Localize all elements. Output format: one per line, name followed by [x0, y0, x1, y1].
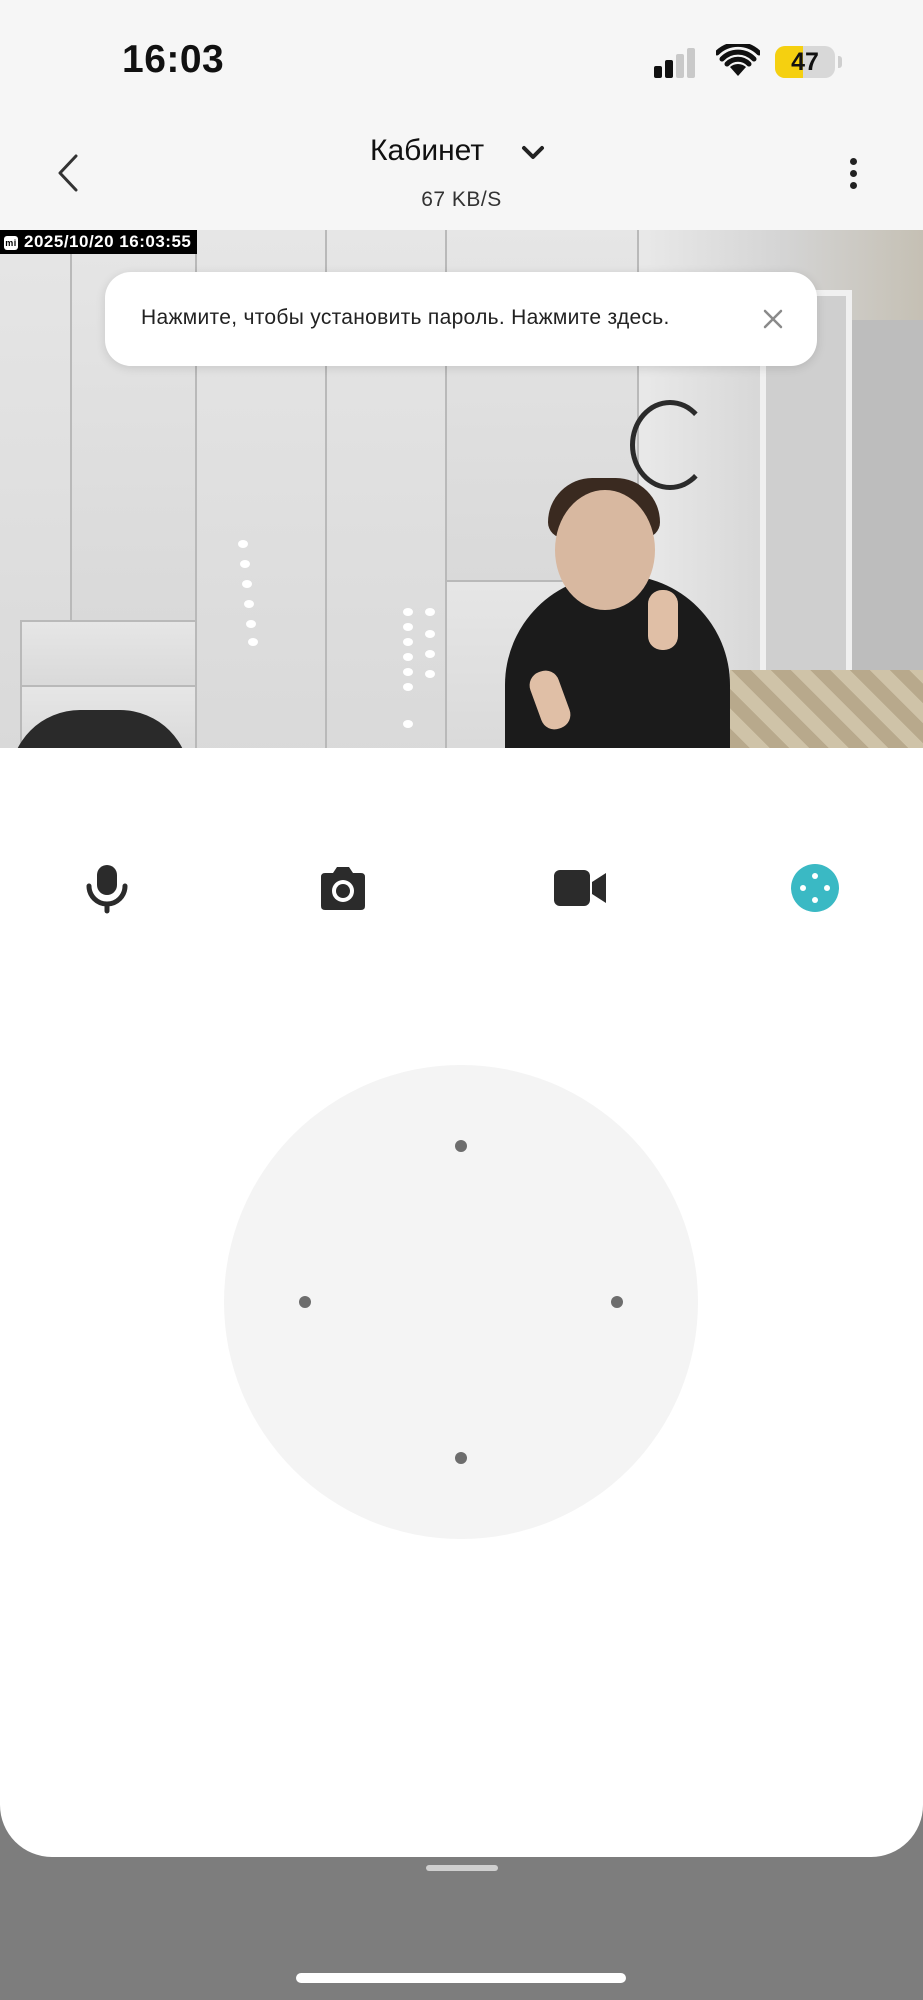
banner-message: Нажмите, чтобы установить пароль. Нажмит… — [141, 306, 670, 329]
tilt-down-indicator[interactable] — [455, 1452, 467, 1464]
top-bar: 16:03 47 Кабинет 67 KB/S — [0, 0, 923, 230]
tilt-up-indicator[interactable] — [455, 1140, 467, 1152]
microphone-icon[interactable] — [81, 862, 133, 914]
page-title: Кабинет — [370, 134, 485, 167]
device-selector[interactable]: Кабинет — [340, 130, 583, 176]
wifi-icon — [716, 44, 760, 76]
timestamp-text: 2025/10/20 16:03:55 — [24, 232, 192, 251]
set-password-banner[interactable]: Нажмите, чтобы установить пароль. Нажмит… — [105, 272, 817, 366]
home-indicator[interactable] — [296, 1973, 626, 1983]
app-sheet: 16:03 47 Кабинет 67 KB/S mi 2025/10/20 1… — [0, 0, 923, 1857]
more-options-icon[interactable] — [842, 150, 866, 196]
close-icon[interactable] — [761, 307, 785, 331]
status-time: 16:03 — [122, 38, 225, 81]
battery-level: 47 — [791, 48, 819, 76]
mi-logo: mi — [4, 236, 18, 250]
sheet-drag-handle[interactable] — [426, 1865, 498, 1871]
pan-tilt-control-icon[interactable] — [789, 862, 841, 914]
chevron-down-icon — [522, 146, 544, 159]
timestamp-overlay: mi 2025/10/20 16:03:55 — [0, 230, 198, 254]
pan-left-indicator[interactable] — [299, 1296, 311, 1308]
camera-icon[interactable] — [317, 862, 369, 914]
bitrate-label: 67 KB/S — [421, 188, 502, 211]
video-camera-icon[interactable] — [552, 862, 608, 914]
pan-tilt-joystick[interactable] — [224, 1065, 698, 1539]
pan-right-indicator[interactable] — [611, 1296, 623, 1308]
cellular-signal-icon — [654, 48, 704, 78]
battery-indicator: 47 — [775, 46, 842, 78]
